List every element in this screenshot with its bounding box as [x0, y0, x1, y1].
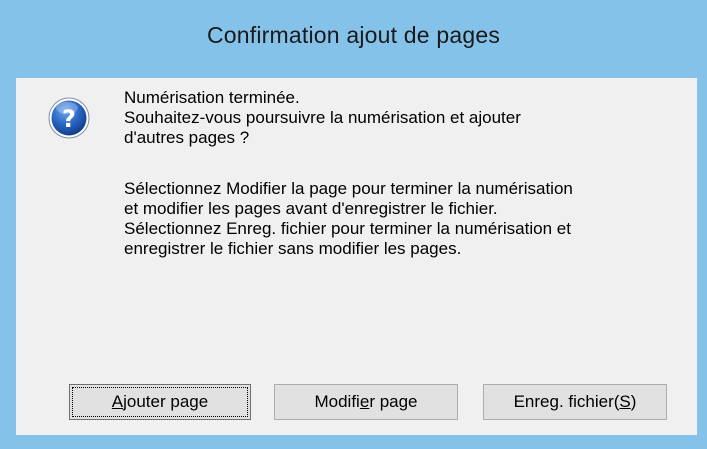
message-line: Souhaitez-vous poursuivre la numérisatio…	[124, 108, 521, 127]
dialog-message: Numérisation terminée. Souhaitez-vous po…	[124, 88, 684, 259]
window-frame-right	[697, 78, 707, 449]
message-line: Sélectionnez Enreg. fichier pour termine…	[124, 219, 571, 238]
button-label: Enreg. fichier(S)	[514, 392, 637, 411]
question-icon: ?	[48, 97, 90, 139]
window-frame-bottom	[0, 435, 707, 449]
label-part: )	[630, 392, 637, 411]
message-line: d'autres pages ?	[124, 128, 250, 147]
window-frame-left	[0, 78, 16, 449]
message-line: Numérisation terminée.	[124, 88, 300, 107]
title-bar[interactable]: Confirmation ajout de pages	[0, 0, 707, 78]
add-page-button[interactable]: Ajouter page	[69, 384, 251, 420]
dialog-window: Confirmation ajout de pages ? Numérisati…	[0, 0, 707, 449]
svg-text:?: ?	[62, 105, 76, 133]
message-line: Sélectionnez Modifier la page pour termi…	[124, 179, 573, 198]
message-line: et modifier les pages avant d'enregistre…	[124, 199, 498, 218]
mnemonic-letter: S	[619, 392, 631, 411]
label-part: Modifi	[314, 392, 360, 411]
label-part: r page	[369, 392, 418, 411]
mnemonic-letter: e	[359, 392, 370, 411]
save-file-button[interactable]: Enreg. fichier(S)	[483, 384, 667, 420]
dialog-title: Confirmation ajout de pages	[206, 22, 501, 48]
modify-page-button[interactable]: Modifier page	[274, 384, 458, 420]
label-part: Enreg. fichier(	[513, 392, 620, 411]
focus-ring	[72, 387, 248, 417]
button-label: Modifier page	[314, 392, 417, 411]
dialog-body: ? Numérisation terminée. Souhaitez-vous …	[16, 78, 697, 435]
message-line: enregistrer le fichier sans modifier les…	[124, 239, 462, 258]
